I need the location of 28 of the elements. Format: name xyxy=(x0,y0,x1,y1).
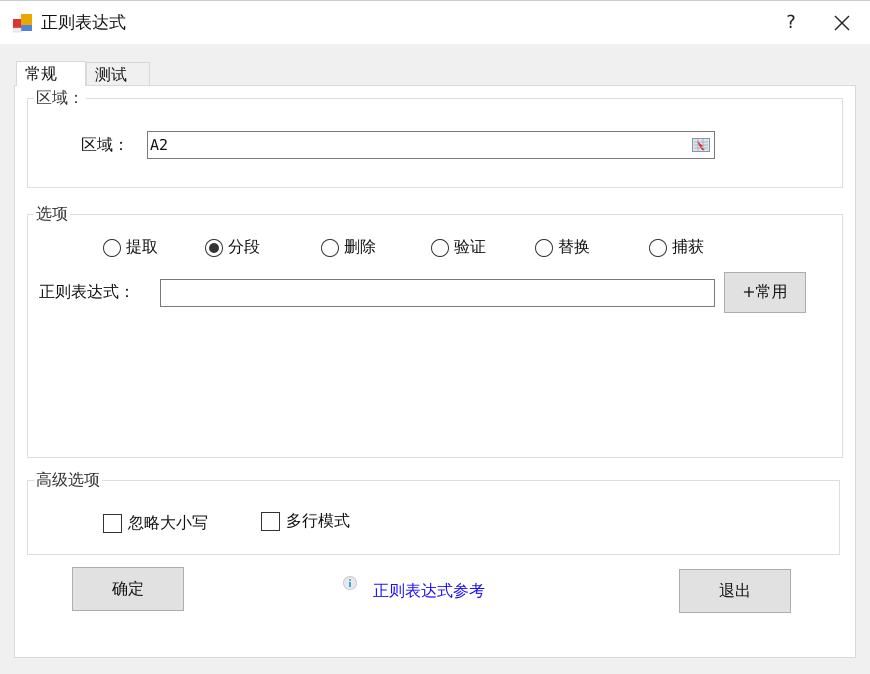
radio-option[interactable]: 捕获 xyxy=(649,237,704,258)
common-button[interactable]: +常用 xyxy=(724,272,806,313)
group-label: 高级选项 xyxy=(35,470,101,491)
ok-button[interactable]: 确定 xyxy=(72,567,184,611)
reference-link[interactable]: 正则表达式参考 xyxy=(373,580,485,602)
field-label: 区域： xyxy=(81,134,130,156)
range-picker-icon[interactable] xyxy=(692,138,710,152)
radio-option[interactable]: 删除 xyxy=(321,237,376,258)
checkbox-option[interactable]: 多行模式 xyxy=(261,509,350,534)
tab[interactable]: 测试 xyxy=(86,62,150,85)
exit-button[interactable]: 退出 xyxy=(679,569,791,613)
input-field[interactable]: A2 xyxy=(148,133,692,157)
group-label: 区域： xyxy=(35,88,85,109)
regex-input-field[interactable] xyxy=(160,278,715,306)
close-icon xyxy=(834,14,850,30)
radio-option[interactable]: 替换 xyxy=(535,237,590,258)
window-title: 正则表达式 xyxy=(41,12,126,34)
info-icon xyxy=(343,576,357,590)
field-label: 正则表达式： xyxy=(39,282,136,303)
radio-option[interactable]: 提取 xyxy=(103,237,158,258)
app-icon xyxy=(13,12,33,32)
radio-option[interactable]: 分段 xyxy=(205,237,260,258)
range-field[interactable]: A2 xyxy=(147,131,715,159)
help-button[interactable]: ? xyxy=(768,2,814,42)
group-label: 选项 xyxy=(35,204,69,225)
tab[interactable]: 常规 xyxy=(16,61,86,86)
checkbox-option[interactable]: 忽略大小写 xyxy=(103,513,208,534)
radio-option[interactable]: 验证 xyxy=(431,237,486,258)
